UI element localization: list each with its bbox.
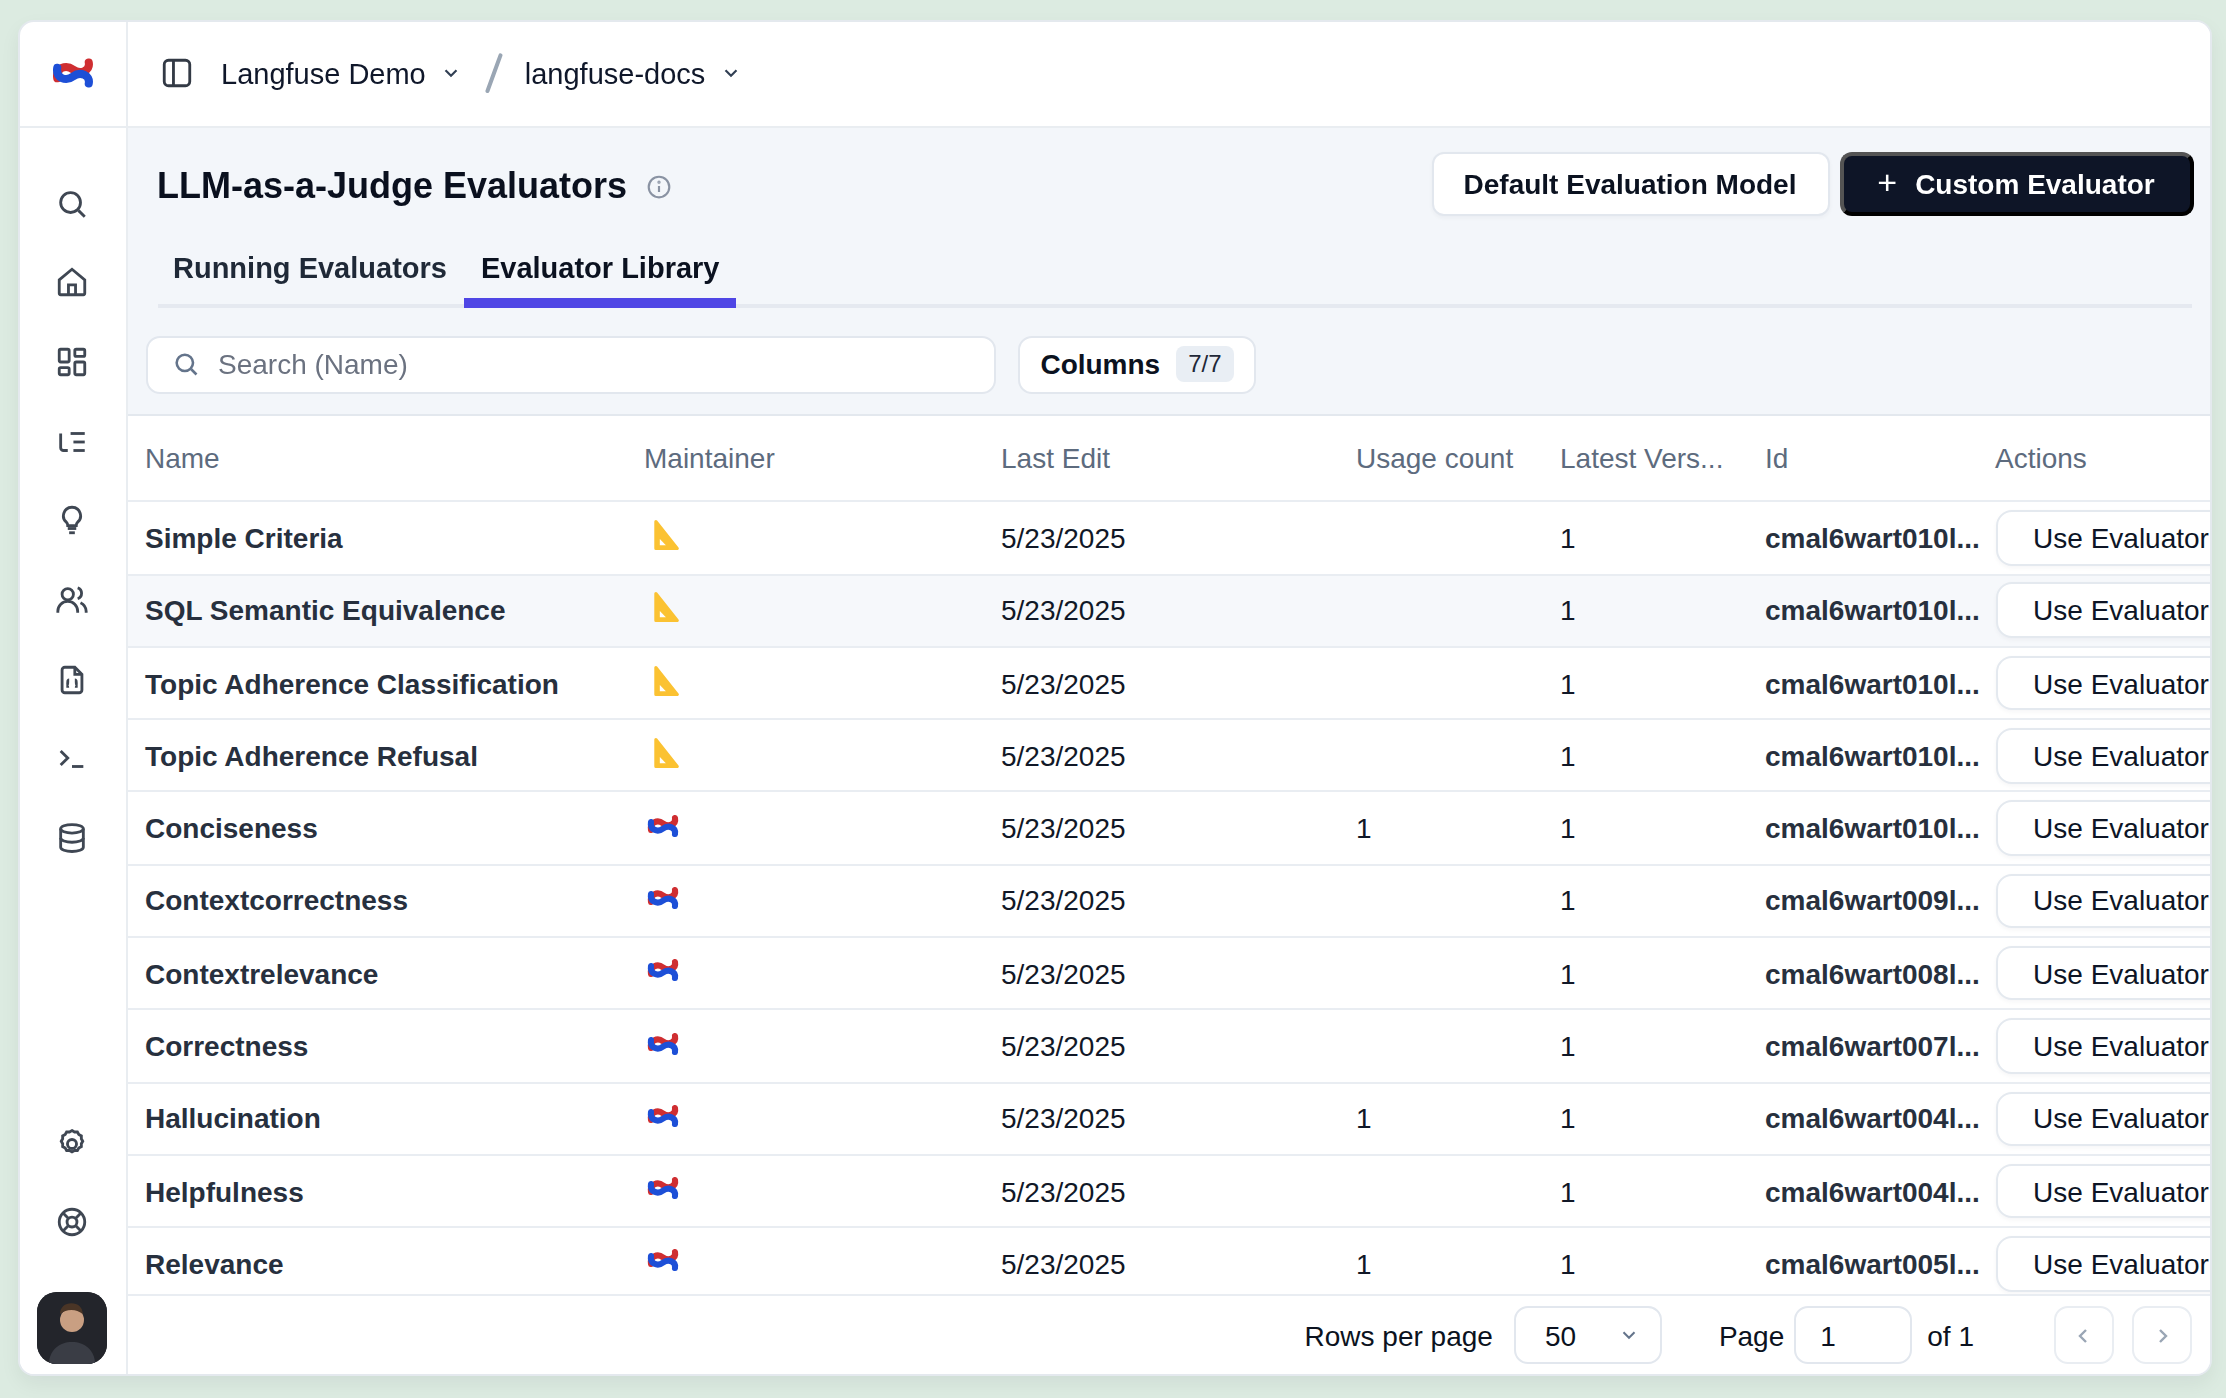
use-evaluator-button[interactable]: Use Evaluator — [1995, 656, 2209, 711]
table-row[interactable]: Hallucination 5/23/2025 1 1 cmal6wart004… — [127, 1081, 2209, 1154]
settings-icon[interactable] — [56, 1126, 90, 1160]
search-icon[interactable] — [56, 186, 90, 220]
table-row[interactable]: Relevance 5/23/2025 1 1 cmal6wart005l...… — [127, 1227, 2209, 1300]
use-evaluator-button[interactable]: Use Evaluator — [1995, 1164, 2209, 1219]
use-evaluator-button[interactable]: Use Evaluator — [1995, 583, 2209, 638]
ragas-icon — [644, 661, 1001, 705]
prompts-icon[interactable] — [56, 662, 90, 696]
info-icon[interactable] — [645, 173, 671, 199]
evaluators-table: Name Maintainer Last Edit Usage count La… — [127, 415, 2209, 1374]
search-icon — [172, 350, 200, 378]
columns-button[interactable]: Columns 7/7 — [1018, 335, 1256, 393]
custom-evaluator-button[interactable]: +Custom Evaluator — [1839, 152, 2193, 216]
tab-evaluator-library[interactable]: Evaluator Library — [465, 233, 736, 303]
previous-page-button[interactable] — [2053, 1306, 2114, 1364]
rows-per-page-label: Rows per page — [1305, 1319, 1493, 1351]
use-evaluator-button[interactable]: Use Evaluator — [1995, 801, 2209, 856]
table-row[interactable]: Contextrelevance 5/23/2025 1 cmal6wart00… — [127, 936, 2209, 1009]
col-actions: Actions — [1995, 443, 2209, 475]
playground-icon[interactable] — [56, 742, 90, 776]
user-avatar[interactable] — [38, 1292, 108, 1363]
langfuse-icon — [644, 1172, 1001, 1210]
sidebar — [20, 127, 127, 1374]
default-evaluation-model-button[interactable]: Default Evaluation Model — [1431, 152, 1829, 216]
dashboard-icon[interactable] — [56, 345, 90, 379]
tab-running-evaluators[interactable]: Running Evaluators — [157, 233, 463, 303]
table-row[interactable]: Correctness 5/23/2025 1 cmal6wart007l...… — [127, 1009, 2209, 1082]
users-icon[interactable] — [56, 583, 90, 617]
chevron-down-icon — [719, 63, 741, 85]
use-evaluator-button[interactable]: Use Evaluator — [1995, 1091, 2209, 1146]
page-label: Page — [1719, 1319, 1784, 1351]
table-header: Name Maintainer Last Edit Usage count La… — [127, 417, 2209, 501]
col-latest-version[interactable]: Latest Vers... — [1560, 443, 1765, 475]
project-switcher[interactable]: langfuse-docs — [525, 58, 742, 90]
datasets-icon[interactable] — [56, 821, 90, 855]
table-row[interactable]: Topic Adherence Classification 5/23/2025… — [127, 646, 2209, 719]
table-row[interactable]: Contextcorrectness 5/23/2025 1 cmal6wart… — [127, 864, 2209, 937]
home-icon[interactable] — [56, 265, 90, 299]
chevron-down-icon — [440, 63, 462, 85]
table-row[interactable]: Topic Adherence Refusal 5/23/2025 1 cmal… — [127, 718, 2209, 791]
langfuse-icon — [644, 1100, 1001, 1138]
evals-icon[interactable] — [56, 504, 90, 538]
plus-icon: + — [1877, 163, 1897, 203]
tracing-icon[interactable] — [56, 424, 90, 458]
col-id[interactable]: Id — [1765, 443, 1995, 475]
page-title: LLM-as-a-Judge Evaluators — [157, 165, 671, 207]
ragas-icon — [644, 734, 1001, 778]
use-evaluator-button[interactable]: Use Evaluator — [1995, 510, 2209, 565]
langfuse-icon — [644, 1027, 1001, 1065]
app-window: Langfuse Demo langfuse-docs LLM-as-a-Jud… — [18, 20, 2211, 1376]
use-evaluator-button[interactable]: Use Evaluator — [1995, 946, 2209, 1001]
tabs: Running Evaluators Evaluator Library — [157, 233, 2191, 307]
project-name: langfuse-docs — [525, 58, 706, 90]
table-row[interactable]: SQL Semantic Equivalence 5/23/2025 1 cma… — [127, 573, 2209, 646]
org-name: Langfuse Demo — [221, 58, 426, 90]
of-label: of 1 — [1927, 1319, 1974, 1351]
table-row[interactable]: Simple Criteria 5/23/2025 1 cmal6wart010… — [127, 501, 2209, 574]
col-maintainer[interactable]: Maintainer — [644, 443, 1001, 475]
use-evaluator-button[interactable]: Use Evaluator — [1995, 1236, 2209, 1291]
search-input[interactable]: Search (Name) — [146, 335, 996, 393]
use-evaluator-button[interactable]: Use Evaluator — [1995, 728, 2209, 783]
ragas-icon — [644, 516, 1001, 560]
table-row[interactable]: Conciseness 5/23/2025 1 1 cmal6wart010l.… — [127, 791, 2209, 864]
table-row[interactable]: Helpfulness 5/23/2025 1 cmal6wart004l...… — [127, 1154, 2209, 1227]
use-evaluator-button[interactable]: Use Evaluator — [1995, 873, 2209, 928]
col-name[interactable]: Name — [145, 443, 644, 475]
chevron-down-icon — [1618, 1324, 1640, 1346]
use-evaluator-button[interactable]: Use Evaluator — [1995, 1019, 2209, 1074]
breadcrumb-separator — [485, 53, 502, 93]
langfuse-icon — [644, 809, 1001, 847]
support-icon[interactable] — [56, 1205, 90, 1239]
col-usage-count[interactable]: Usage count — [1356, 443, 1560, 475]
rows-per-page-select[interactable]: 50 — [1515, 1306, 1662, 1364]
langfuse-icon — [644, 954, 1001, 992]
langfuse-logo-icon — [52, 53, 94, 95]
next-page-button[interactable] — [2131, 1306, 2192, 1364]
langfuse-icon — [644, 882, 1001, 920]
ragas-icon — [644, 588, 1001, 632]
col-last-edit[interactable]: Last Edit — [1001, 443, 1356, 475]
topbar: Langfuse Demo langfuse-docs — [127, 22, 2209, 127]
org-switcher[interactable]: Langfuse Demo — [221, 58, 462, 90]
pagination-footer: Rows per page 50 Page 1 of 1 — [127, 1295, 2209, 1374]
langfuse-logo[interactable] — [20, 22, 127, 127]
langfuse-icon — [644, 1245, 1001, 1283]
search-placeholder: Search (Name) — [218, 348, 408, 380]
columns-count-badge: 7/7 — [1176, 346, 1233, 382]
page-input[interactable]: 1 — [1794, 1306, 1911, 1364]
main-content: LLM-as-a-Judge Evaluators Default Evalua… — [127, 127, 2209, 1374]
sidebar-toggle-icon[interactable] — [159, 57, 193, 91]
